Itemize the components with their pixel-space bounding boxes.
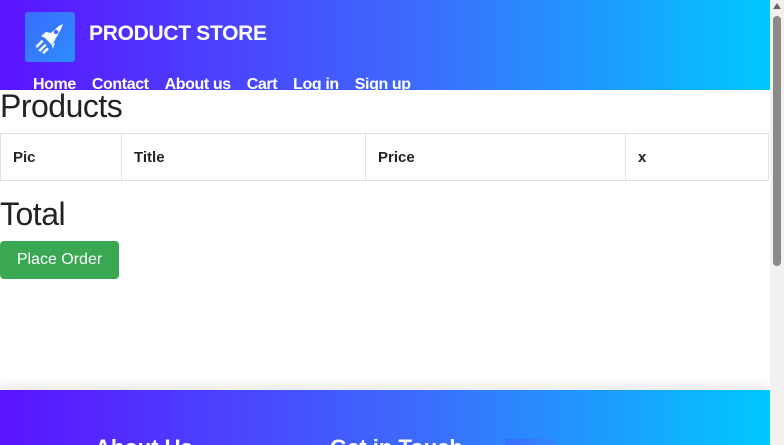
column-header-pic: Pic (0, 133, 122, 181)
column-header-price: Price (365, 133, 626, 181)
rocket-icon[interactable] (25, 12, 75, 62)
table-header-row: Pic Title Price x (0, 133, 769, 181)
scroll-up-arrow-icon[interactable] (773, 3, 781, 9)
footer-contact-title: Get in Touch (330, 435, 463, 445)
scrollbar-thumb[interactable] (773, 16, 781, 266)
nav-about-us[interactable]: About us (165, 76, 232, 90)
navbar: PRODUCT STORE Home Contact About us Cart… (0, 0, 770, 90)
nav-sign-up[interactable]: Sign up (355, 76, 411, 90)
brand-title[interactable]: PRODUCT STORE (89, 22, 267, 46)
products-heading: Products (0, 88, 123, 124)
vertical-scrollbar[interactable] (770, 0, 784, 445)
column-header-delete: x (625, 133, 769, 181)
place-order-button[interactable]: Place Order (0, 241, 119, 279)
cart-table: Pic Title Price x (0, 133, 769, 181)
column-header-title: Title (121, 133, 366, 181)
footer-logo-icon (505, 439, 555, 445)
footer: About Us Get in Touch (0, 390, 770, 445)
footer-about-title: About Us (95, 435, 193, 445)
total-heading: Total (0, 196, 66, 232)
nav-cart[interactable]: Cart (247, 76, 278, 90)
nav-log-in[interactable]: Log in (293, 76, 339, 90)
